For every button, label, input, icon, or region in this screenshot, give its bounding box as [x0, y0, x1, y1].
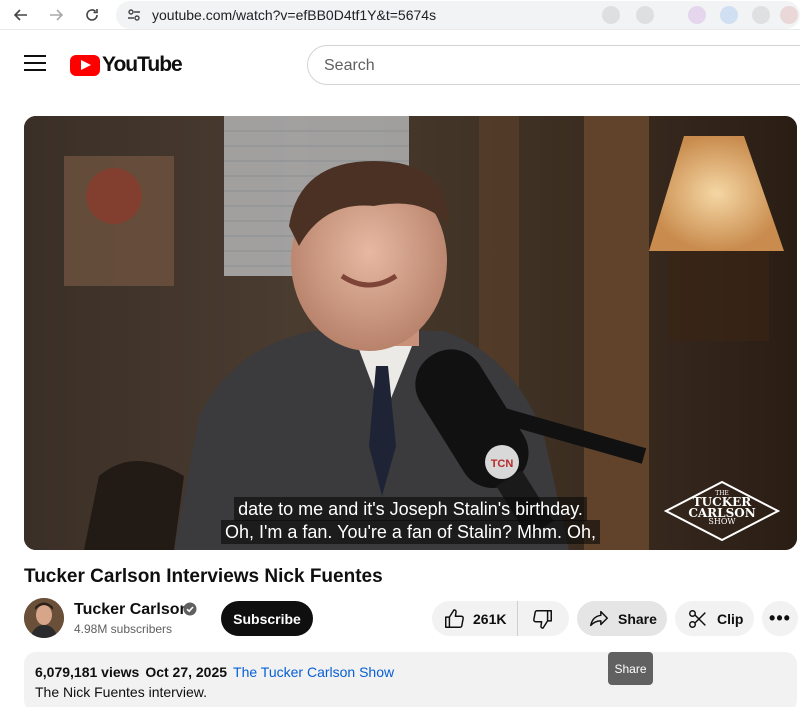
search-placeholder: Search — [324, 57, 375, 74]
channel-name[interactable]: Tucker Carlson — [74, 601, 189, 619]
extension-icon[interactable] — [780, 6, 798, 24]
svg-text:THE: THE — [715, 490, 729, 497]
more-dots-icon: ••• — [769, 608, 791, 628]
description-box[interactable]: 6,079,181 views Oct 27, 2025 The Tucker Ca… — [24, 652, 797, 707]
like-count: 261K — [473, 610, 507, 627]
back-button[interactable] — [11, 5, 31, 25]
svg-text:CARLSON: CARLSON — [688, 506, 755, 520]
thumbs-down-icon — [533, 609, 552, 629]
extension-icon[interactable] — [688, 6, 706, 24]
description-text: The Nick Fuentes interview. — [35, 684, 207, 700]
share-arrow-icon — [590, 610, 608, 626]
thumbs-up-icon — [445, 608, 464, 628]
dislike-button[interactable] — [518, 601, 568, 636]
view-count: 6,079,181 views — [35, 664, 140, 680]
url-text: youtube.com/watch?v=efBB0D4tf1Y&t=5674s — [152, 7, 437, 23]
masthead: YouTube Search — [0, 30, 800, 100]
address-bar[interactable]: youtube.com/watch?v=efBB0D4tf1Y&t=5674s — [116, 1, 800, 29]
channel-avatar[interactable] — [24, 598, 64, 638]
upload-date: Oct 27, 2025 — [145, 664, 228, 680]
tagged-channel-link[interactable]: The Tucker Carlson Show — [233, 664, 394, 680]
youtube-play-icon — [70, 54, 100, 76]
reload-button[interactable] — [82, 5, 102, 25]
extension-icon[interactable] — [720, 6, 738, 24]
site-settings-icon[interactable] — [126, 7, 142, 23]
reload-icon — [86, 9, 98, 21]
share-tooltip: Share — [608, 652, 653, 685]
extension-icon[interactable] — [752, 6, 770, 24]
extension-icon[interactable] — [636, 6, 654, 24]
subscriber-count: 4.98M subscribers — [74, 622, 173, 636]
like-dislike-group: 261K — [432, 601, 569, 636]
subscribe-button[interactable]: Subscribe — [221, 601, 313, 636]
youtube-logo[interactable]: YouTube — [70, 53, 183, 77]
browser-toolbar: youtube.com/watch?v=efBB0D4tf1Y&t=5674s — [0, 0, 800, 30]
arrow-right-icon — [50, 9, 64, 21]
channel-watermark: SHOW TUCKER CARLSON THE — [664, 480, 780, 542]
video-meta: 6,079,181 views Oct 27, 2025 The Tucker Ca… — [35, 664, 394, 680]
verified-badge-icon — [183, 602, 197, 616]
mic-logo-text: TCN — [491, 458, 514, 470]
more-actions-button[interactable]: ••• — [762, 601, 798, 636]
like-button[interactable]: 261K — [432, 601, 518, 636]
video-title: Tucker Carlson Interviews Nick Fuentes — [24, 566, 383, 587]
share-button[interactable]: Share — [577, 601, 667, 636]
logo-text: YouTube — [102, 53, 183, 76]
clip-button[interactable]: Clip — [675, 601, 754, 636]
video-player[interactable]: TCN date to me and it's Joseph Stalin's … — [24, 116, 797, 550]
arrow-left-icon — [13, 9, 27, 21]
avatar-image — [24, 598, 64, 638]
forward-button[interactable] — [46, 5, 66, 25]
extension-icon[interactable] — [602, 6, 620, 24]
clip-label: Clip — [717, 610, 744, 627]
scissors-icon — [689, 609, 706, 628]
share-label: Share — [618, 610, 657, 627]
menu-icon[interactable] — [24, 55, 46, 75]
search-input[interactable]: Search — [307, 45, 800, 85]
